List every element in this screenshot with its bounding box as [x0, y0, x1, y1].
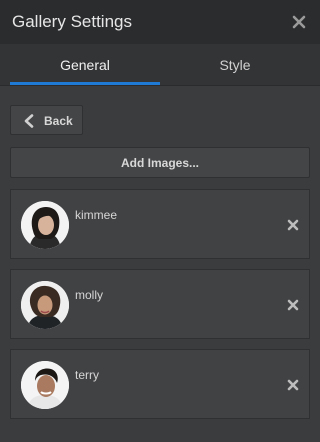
chevron-left-icon — [24, 114, 34, 128]
close-button[interactable] — [290, 13, 308, 31]
tab-bar: General Style — [0, 44, 320, 86]
remove-icon — [287, 379, 299, 391]
image-name: terry — [75, 368, 99, 382]
panel-title: Gallery Settings — [12, 12, 132, 31]
avatar — [21, 281, 69, 329]
back-button[interactable]: Back — [10, 105, 83, 135]
avatar — [21, 361, 69, 409]
add-images-button[interactable]: Add Images... — [10, 147, 310, 178]
remove-image-button[interactable] — [287, 379, 299, 391]
panel-header: Gallery Settings — [0, 0, 320, 44]
remove-icon — [287, 219, 299, 231]
tab-style[interactable]: Style — [160, 44, 310, 85]
close-icon — [292, 15, 306, 29]
image-name: kimmee — [75, 208, 118, 222]
gallery-item[interactable]: molly — [10, 269, 310, 339]
gallery-item[interactable]: terry — [10, 349, 310, 419]
gallery-item[interactable]: kimmee — [10, 189, 310, 259]
back-button-label: Back — [44, 114, 73, 128]
gallery-settings-panel: Gallery Settings General Style Back Add … — [0, 0, 320, 442]
active-tab-indicator — [10, 82, 160, 85]
remove-image-button[interactable] — [287, 299, 299, 311]
tab-general[interactable]: General — [10, 44, 160, 85]
remove-image-button[interactable] — [287, 219, 299, 231]
image-name: molly — [75, 288, 104, 302]
avatar — [21, 201, 69, 249]
remove-icon — [287, 299, 299, 311]
